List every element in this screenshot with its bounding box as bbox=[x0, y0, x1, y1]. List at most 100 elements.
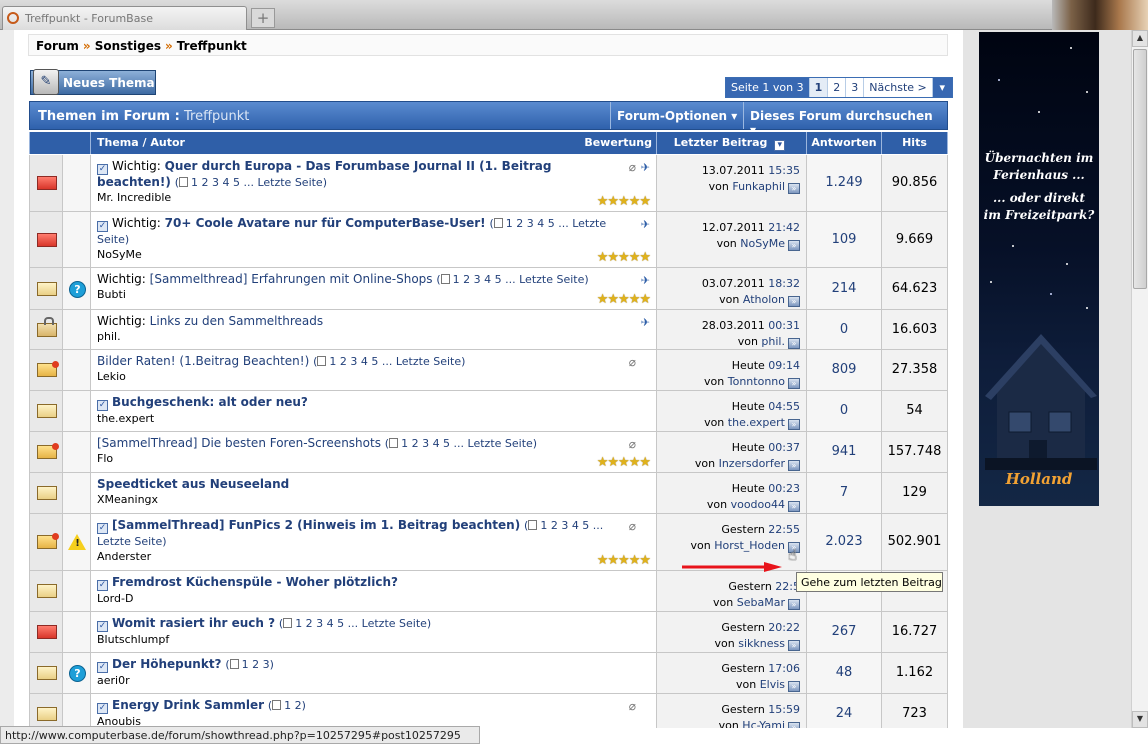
thread-author[interactable]: the.expert bbox=[97, 411, 650, 426]
thread-author[interactable]: Lekio bbox=[97, 369, 650, 384]
replies-count[interactable]: 109 bbox=[807, 232, 881, 247]
last-post-author[interactable]: Atholon bbox=[743, 293, 785, 306]
thread-page-links[interactable]: 1 2 3 bbox=[242, 658, 270, 671]
last-post-author[interactable]: Elvis bbox=[760, 678, 785, 691]
scroll-down-button[interactable]: ▼ bbox=[1132, 711, 1148, 728]
last-post-author[interactable]: the.expert bbox=[728, 416, 785, 429]
last-post-author[interactable]: SebaMar bbox=[737, 596, 785, 609]
header-replies[interactable]: Antworten bbox=[807, 132, 882, 154]
thread-icon-cell bbox=[63, 612, 91, 652]
thread-author[interactable]: Lord-D bbox=[97, 591, 650, 606]
star-icon: ★ bbox=[618, 455, 630, 470]
thread-icon-cell bbox=[63, 391, 91, 431]
breadcrumb-treffpunkt[interactable]: Treffpunkt bbox=[177, 39, 247, 53]
new-thread-button[interactable]: ✎ Neues Thema bbox=[30, 69, 156, 95]
new-tab-button[interactable]: + bbox=[251, 8, 275, 28]
last-post-author[interactable]: sikkness bbox=[738, 637, 785, 650]
header-rating-label[interactable]: Bewertung bbox=[584, 132, 652, 154]
thread-title-link[interactable]: Energy Drink Sammler bbox=[112, 698, 264, 712]
forum-search-menu[interactable]: Dieses Forum durchsuchen ▾ bbox=[743, 102, 947, 137]
header-hits[interactable]: Hits bbox=[882, 132, 948, 154]
last-post-author[interactable]: Horst_Hoden bbox=[714, 539, 785, 552]
thread-title-link[interactable]: Buchgeschenk: alt oder neu? bbox=[112, 395, 308, 409]
go-to-last-post-icon[interactable]: » bbox=[788, 599, 800, 610]
go-to-last-post-icon[interactable]: » bbox=[788, 240, 800, 251]
last-post-author[interactable]: voodoo44 bbox=[731, 498, 785, 511]
warning-icon: ! bbox=[68, 534, 87, 551]
thread-author[interactable]: phil. bbox=[97, 329, 650, 344]
next-page-link[interactable]: Nächste > bbox=[863, 78, 932, 97]
page-link-1[interactable]: 1 bbox=[808, 78, 828, 97]
page-link-3[interactable]: 3 bbox=[845, 78, 864, 97]
breadcrumb-forum[interactable]: Forum bbox=[36, 39, 79, 53]
replies-count[interactable]: 267 bbox=[807, 624, 881, 639]
go-to-last-post-icon[interactable]: » bbox=[788, 296, 800, 307]
thread-title-link[interactable]: Bilder Raten! (1.Beitrag Beachten!) bbox=[97, 354, 309, 368]
browser-tab[interactable]: Treffpunkt - ForumBase bbox=[2, 6, 247, 30]
scroll-thumb[interactable] bbox=[1133, 49, 1147, 289]
pin-icon: ✈ bbox=[640, 218, 650, 231]
last-post-author[interactable]: Tonntonno bbox=[728, 375, 785, 388]
last-post-author[interactable]: NoSyMe bbox=[740, 237, 785, 250]
replies-count[interactable]: 0 bbox=[807, 403, 881, 418]
thread-page-links[interactable]: 1 2 3 4 5 ... Letzte Seite bbox=[295, 617, 427, 630]
thread-title-link[interactable]: 70+ Coole Avatare nur für ComputerBase-U… bbox=[165, 216, 486, 230]
thread-author[interactable]: Flo bbox=[97, 451, 650, 466]
replies-count[interactable]: 214 bbox=[807, 281, 881, 296]
thread-title-link[interactable]: Womit rasiert ihr euch ? bbox=[112, 616, 275, 630]
replies-count[interactable]: 24 bbox=[807, 706, 881, 721]
breadcrumb-sonstiges[interactable]: Sonstiges bbox=[95, 39, 161, 53]
page-link-2[interactable]: 2 bbox=[827, 78, 846, 97]
replies-count[interactable]: 2.023 bbox=[807, 534, 881, 549]
go-to-last-post-icon[interactable]: » bbox=[788, 681, 800, 692]
go-to-last-post-icon[interactable]: » bbox=[788, 501, 800, 512]
last-post-author[interactable]: Inzersdorfer bbox=[719, 457, 785, 470]
go-to-last-post-icon[interactable]: » bbox=[788, 419, 800, 430]
replies-count[interactable]: 7 bbox=[807, 485, 881, 500]
thread-title-link[interactable]: [SammelThread] Die besten Foren-Screensh… bbox=[97, 436, 381, 450]
thread-icon-cell: ? bbox=[63, 268, 91, 309]
last-post-author[interactable]: Funkaphil bbox=[732, 180, 785, 193]
go-to-last-post-icon[interactable]: » bbox=[788, 183, 800, 194]
go-to-last-post-icon[interactable]: » bbox=[788, 640, 800, 651]
star-icon: ★ bbox=[628, 194, 641, 209]
thread-page-links[interactable]: 1 2 3 4 5 ... Letzte Seite bbox=[191, 176, 323, 189]
replies-count[interactable]: 0 bbox=[807, 322, 881, 337]
scroll-up-button[interactable]: ▲ bbox=[1132, 30, 1148, 47]
go-to-last-post-icon[interactable]: » bbox=[788, 460, 800, 471]
thread-page-links[interactable]: 1 2 3 4 5 ... Letzte Seite bbox=[453, 273, 585, 286]
vertical-scrollbar[interactable]: ▲ ▼ bbox=[1131, 30, 1148, 728]
thread-author[interactable]: aeri0r bbox=[97, 673, 650, 688]
last-post-day: Gestern bbox=[721, 703, 765, 716]
thread-cell: Wichtig: Links zu den Sammelthreads phil.… bbox=[91, 310, 657, 349]
go-to-last-post-icon[interactable]: » bbox=[788, 722, 800, 728]
go-to-last-post-icon[interactable]: » bbox=[788, 378, 800, 389]
thread-title-link[interactable]: Speedticket aus Neuseeland bbox=[97, 477, 289, 491]
header-last-post[interactable]: Letzter Beitrag ▾ bbox=[657, 132, 807, 154]
thread-title-link[interactable]: [Sammelthread] Erfahrungen mit Online-Sh… bbox=[150, 272, 433, 286]
replies-count[interactable]: 809 bbox=[807, 362, 881, 377]
thread-author[interactable]: Bubti bbox=[97, 287, 650, 302]
thread-title-link[interactable]: Links zu den Sammelthreads bbox=[150, 314, 323, 328]
thread-author[interactable]: NoSyMe bbox=[97, 247, 650, 262]
replies-count[interactable]: 941 bbox=[807, 444, 881, 459]
thread-page-links[interactable]: 1 2 3 4 5 ... Letzte Seite bbox=[401, 437, 533, 450]
thread-author[interactable]: Mr. Incredible bbox=[97, 190, 650, 205]
thread-title-link[interactable]: [SammelThread] FunPics 2 (Hinweis im 1. … bbox=[112, 518, 520, 532]
thread-author[interactable]: Blutschlumpf bbox=[97, 632, 650, 647]
go-to-last-post-icon[interactable]: » bbox=[788, 338, 800, 349]
thread-page-links[interactable]: 1 2 bbox=[284, 699, 302, 712]
thread-author[interactable]: XMeaningx bbox=[97, 492, 650, 507]
page-jump-dropdown[interactable]: ▾ bbox=[931, 78, 952, 97]
header-thread[interactable]: Thema / Autor Bewertung bbox=[91, 132, 657, 154]
last-post-author[interactable]: phil. bbox=[761, 335, 785, 348]
forum-options-menu[interactable]: Forum-Optionen ▾ bbox=[610, 102, 743, 129]
thread-author[interactable]: Anderster bbox=[97, 549, 650, 564]
last-post-author[interactable]: Hc-Yami bbox=[742, 719, 785, 728]
thread-title-link[interactable]: Der Höhepunkt? bbox=[112, 657, 222, 671]
replies-count[interactable]: 48 bbox=[807, 665, 881, 680]
thread-page-links[interactable]: 1 2 3 4 5 ... Letzte Seite bbox=[329, 355, 461, 368]
advertisement-banner[interactable]: Übernachten im Ferienhaus ... ... oder d… bbox=[979, 32, 1099, 506]
replies-count[interactable]: 1.249 bbox=[807, 175, 881, 190]
thread-title-link[interactable]: Fremdrost Küchenspüle - Woher plötzlich? bbox=[112, 575, 398, 589]
